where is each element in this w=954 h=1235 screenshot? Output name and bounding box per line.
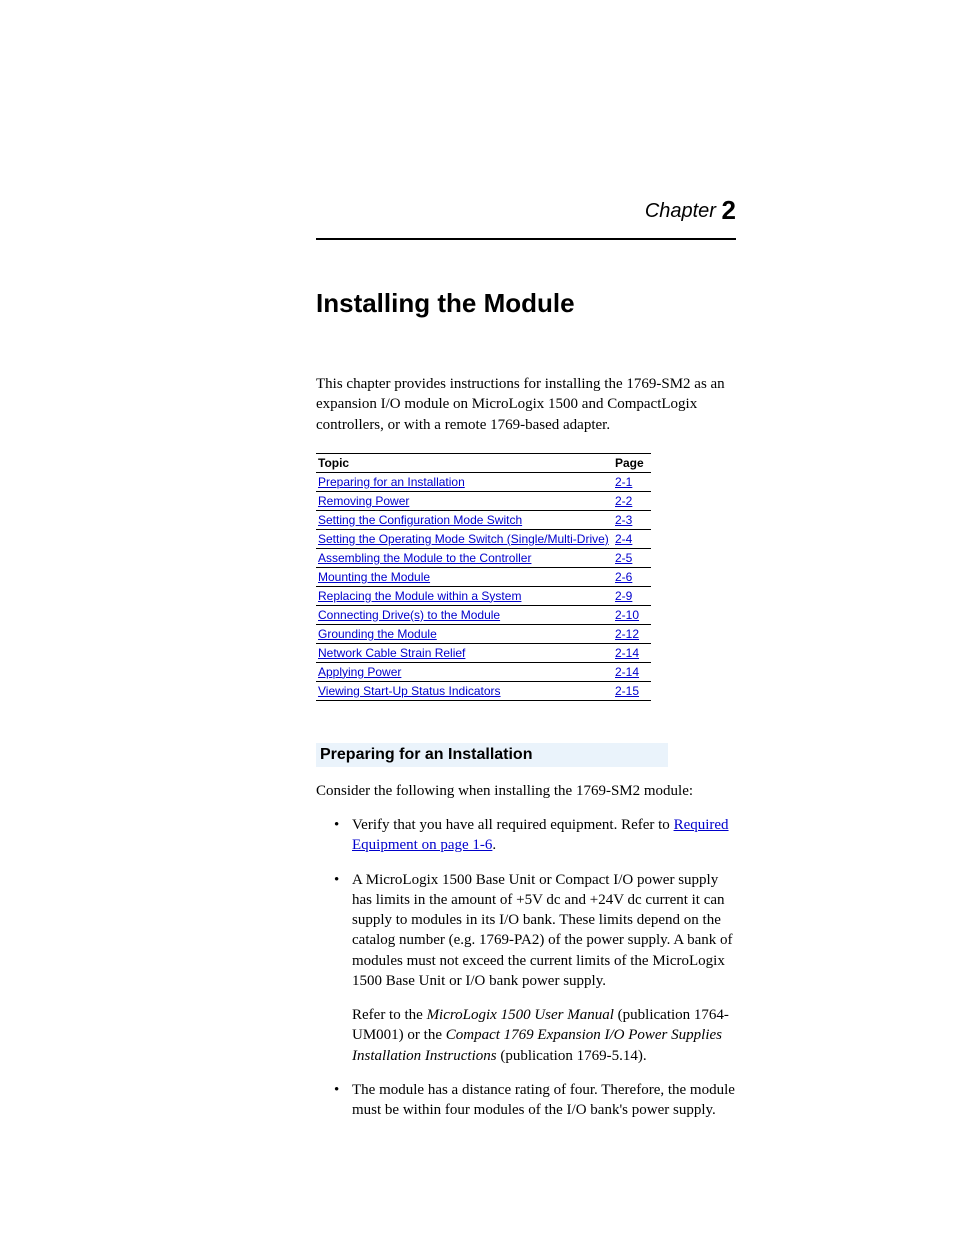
- bullet-text: .: [492, 837, 496, 853]
- toc-page-link[interactable]: 2-14: [615, 665, 639, 679]
- toc-link[interactable]: Setting the Operating Mode Switch (Singl…: [318, 532, 609, 546]
- bullet-text: A MicroLogix 1500 Base Unit or Compact I…: [352, 872, 733, 989]
- toc-page-link[interactable]: 2-5: [615, 551, 632, 565]
- toc-link[interactable]: Assembling the Module to the Controller: [318, 551, 531, 565]
- toc-link[interactable]: Preparing for an Installation: [318, 475, 465, 489]
- chapter-word: Chapter: [645, 200, 716, 222]
- page-content: Chapter 2 Installing the Module This cha…: [316, 195, 736, 1134]
- toc-link[interactable]: Network Cable Strain Relief: [318, 646, 465, 660]
- chapter-rule: [316, 238, 736, 240]
- list-item: The module has a distance rating of four…: [334, 1080, 736, 1121]
- chapter-label: Chapter 2: [316, 195, 736, 228]
- bullet-text: Verify that you have all required equipm…: [352, 817, 674, 833]
- chapter-number: 2: [722, 195, 736, 225]
- toc-page-link[interactable]: 2-9: [615, 589, 632, 603]
- toc-link[interactable]: Applying Power: [318, 665, 401, 679]
- bullet-list: Verify that you have all required equipm…: [316, 815, 736, 1120]
- bullet-text: The module has a distance rating of four…: [352, 1082, 735, 1118]
- toc-link[interactable]: Replacing the Module within a System: [318, 589, 521, 603]
- toc-row: Mounting the Module 2-6: [316, 567, 651, 586]
- toc-row: Applying Power 2-14: [316, 662, 651, 681]
- toc-header-page: Page: [613, 453, 651, 472]
- toc-row: Grounding the Module 2-12: [316, 624, 651, 643]
- toc-page-link[interactable]: 2-1: [615, 475, 632, 489]
- toc-row: Viewing Start-Up Status Indicators 2-15: [316, 681, 651, 700]
- toc-page-link[interactable]: 2-12: [615, 627, 639, 641]
- toc-page-link[interactable]: 2-14: [615, 646, 639, 660]
- toc-page-link[interactable]: 2-2: [615, 494, 632, 508]
- bullet-text: (publication 1769-5.14).: [497, 1048, 647, 1064]
- intro-paragraph: This chapter provides instructions for i…: [316, 374, 736, 435]
- toc-row: Assembling the Module to the Controller 2…: [316, 548, 651, 567]
- toc-link[interactable]: Mounting the Module: [318, 570, 430, 584]
- list-item: A MicroLogix 1500 Base Unit or Compact I…: [334, 870, 736, 1066]
- toc-link[interactable]: Grounding the Module: [318, 627, 437, 641]
- toc-row: Removing Power 2-2: [316, 491, 651, 510]
- toc-link[interactable]: Connecting Drive(s) to the Module: [318, 608, 500, 622]
- toc-link[interactable]: Viewing Start-Up Status Indicators: [318, 684, 501, 698]
- toc-row: Setting the Operating Mode Switch (Singl…: [316, 529, 651, 548]
- page-title: Installing the Module: [316, 288, 736, 319]
- toc-header-topic: Topic: [316, 453, 613, 472]
- bullet-subparagraph: Refer to the MicroLogix 1500 User Manual…: [352, 1005, 736, 1066]
- toc-row: Replacing the Module within a System 2-9: [316, 586, 651, 605]
- toc-page-link[interactable]: 2-4: [615, 532, 632, 546]
- toc-link[interactable]: Setting the Configuration Mode Switch: [318, 513, 522, 527]
- toc-row: Network Cable Strain Relief 2-14: [316, 643, 651, 662]
- section-lead: Consider the following when installing t…: [316, 781, 736, 801]
- toc-page-link[interactable]: 2-10: [615, 608, 639, 622]
- toc-row: Setting the Configuration Mode Switch 2-3: [316, 510, 651, 529]
- toc-table: Topic Page Preparing for an Installation…: [316, 453, 651, 701]
- list-item: Verify that you have all required equipm…: [334, 815, 736, 856]
- toc-row: Preparing for an Installation 2-1: [316, 472, 651, 491]
- toc-page-link[interactable]: 2-6: [615, 570, 632, 584]
- bullet-text: Refer to the: [352, 1007, 427, 1023]
- manual-title: MicroLogix 1500 User Manual: [427, 1007, 614, 1023]
- toc-page-link[interactable]: 2-3: [615, 513, 632, 527]
- toc-link[interactable]: Removing Power: [318, 494, 409, 508]
- section-heading: Preparing for an Installation: [316, 743, 668, 767]
- toc-page-link[interactable]: 2-15: [615, 684, 639, 698]
- toc-row: Connecting Drive(s) to the Module 2-10: [316, 605, 651, 624]
